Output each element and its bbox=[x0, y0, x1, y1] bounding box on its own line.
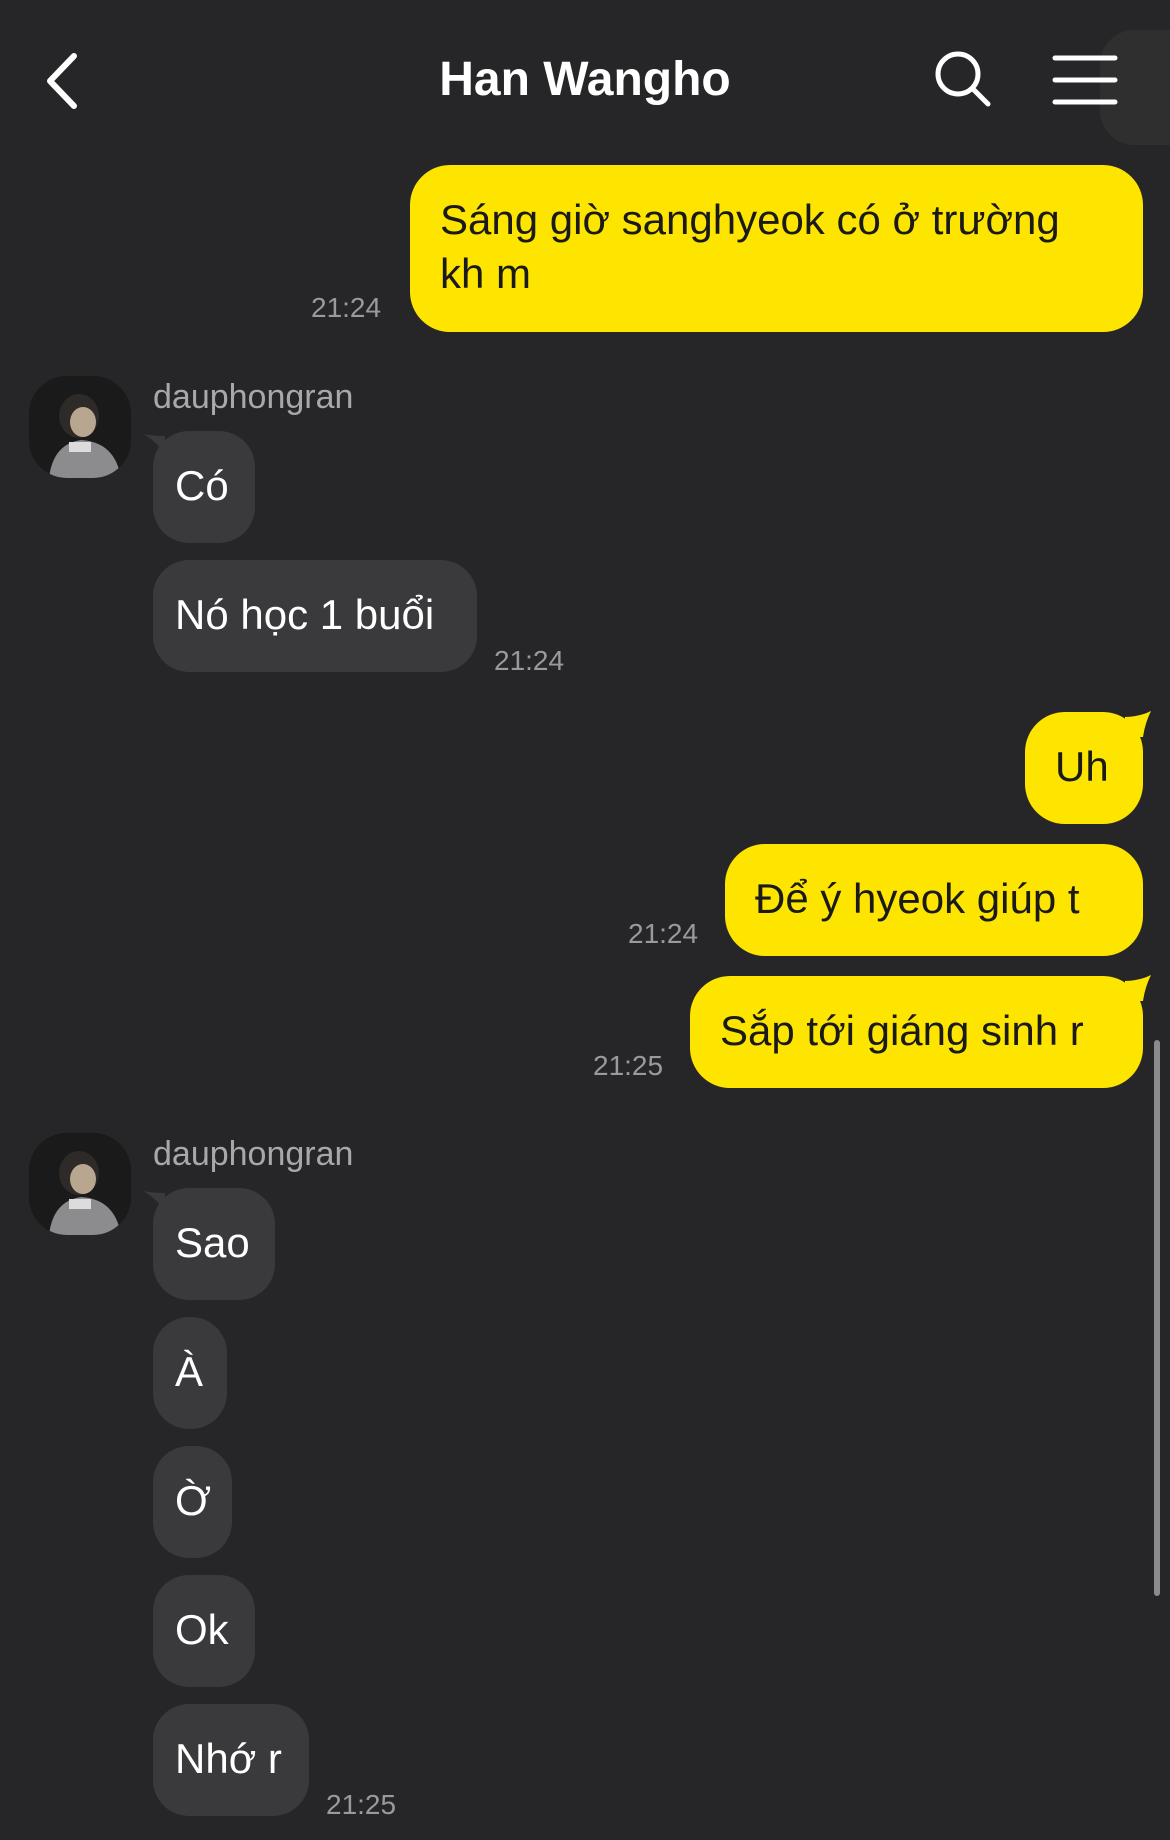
message-timestamp: 21:24 bbox=[494, 645, 565, 676]
their-message-bubble[interactable]: Nhớ r bbox=[153, 1704, 309, 1816]
their-message-bubble[interactable]: Sao bbox=[153, 1188, 275, 1300]
message-timestamp: 21:25 bbox=[326, 1789, 397, 1820]
my-message-bubble[interactable]: Uh bbox=[1025, 712, 1143, 824]
my-message-bubble[interactable]: Sáng giờ sanghyeok có ở trường kh m bbox=[410, 165, 1143, 332]
scrollbar[interactable] bbox=[1154, 1040, 1160, 1596]
sender-name: dauphongran bbox=[153, 1135, 354, 1173]
search-icon[interactable] bbox=[932, 48, 994, 110]
message-timestamp: 21:24 bbox=[628, 918, 699, 949]
chat-title: Han Wangho bbox=[439, 53, 731, 106]
hamburger-menu-icon[interactable] bbox=[1052, 52, 1118, 108]
their-message-bubble[interactable]: Ờ bbox=[153, 1446, 232, 1558]
message-timestamp: 21:25 bbox=[593, 1050, 664, 1081]
their-message-bubble[interactable]: Có bbox=[153, 431, 255, 543]
my-message-bubble[interactable]: Sắp tới giáng sinh r bbox=[690, 976, 1143, 1088]
avatar[interactable] bbox=[29, 1133, 131, 1235]
message-timestamp: 21:24 bbox=[311, 292, 382, 323]
their-message-bubble[interactable]: Nó học 1 buổi bbox=[153, 560, 477, 672]
their-message-bubble[interactable]: À bbox=[153, 1317, 227, 1429]
sender-name: dauphongran bbox=[153, 378, 354, 416]
chat-header: Han Wangho bbox=[0, 0, 1170, 165]
their-message-bubble[interactable]: Ok bbox=[153, 1575, 255, 1687]
my-message-bubble[interactable]: Để ý hyeok giúp t bbox=[725, 844, 1143, 956]
avatar[interactable] bbox=[29, 376, 131, 478]
